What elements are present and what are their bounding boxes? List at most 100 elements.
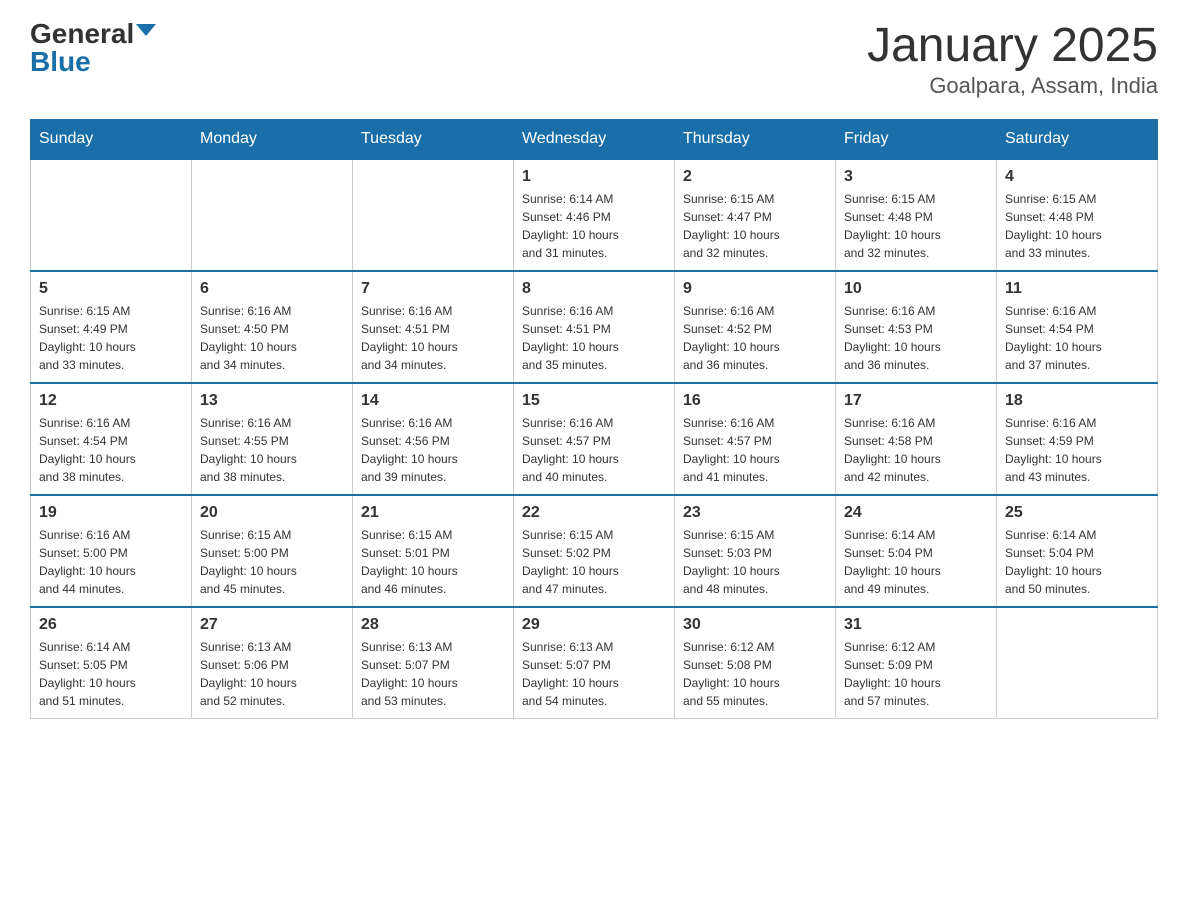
day-info: Sunrise: 6:16 AMSunset: 4:56 PMDaylight:…: [361, 414, 505, 486]
weekday-header-saturday: Saturday: [997, 119, 1158, 159]
day-number: 7: [361, 280, 505, 298]
day-number: 31: [844, 616, 988, 634]
day-number: 12: [39, 392, 183, 410]
day-info: Sunrise: 6:16 AMSunset: 4:59 PMDaylight:…: [1005, 414, 1149, 486]
weekday-header-sunday: Sunday: [31, 119, 192, 159]
logo: General Blue: [30, 20, 156, 76]
week-row-4: 19 Sunrise: 6:16 AMSunset: 5:00 PMDayligh…: [31, 495, 1158, 607]
calendar-cell: 9 Sunrise: 6:16 AMSunset: 4:52 PMDaylight…: [675, 271, 836, 383]
day-info: Sunrise: 6:15 AMSunset: 5:02 PMDaylight:…: [522, 526, 666, 598]
day-number: 8: [522, 280, 666, 298]
calendar-cell: 8 Sunrise: 6:16 AMSunset: 4:51 PMDaylight…: [514, 271, 675, 383]
day-number: 10: [844, 280, 988, 298]
day-info: Sunrise: 6:16 AMSunset: 4:54 PMDaylight:…: [1005, 302, 1149, 374]
day-number: 21: [361, 504, 505, 522]
day-info: Sunrise: 6:16 AMSunset: 4:53 PMDaylight:…: [844, 302, 988, 374]
day-number: 13: [200, 392, 344, 410]
day-number: 22: [522, 504, 666, 522]
day-number: 1: [522, 168, 666, 186]
day-number: 5: [39, 280, 183, 298]
day-info: Sunrise: 6:16 AMSunset: 4:55 PMDaylight:…: [200, 414, 344, 486]
calendar-cell: 17Sunrise: 6:16 AMSunset: 4:58 PMDayligh…: [836, 383, 997, 495]
calendar-cell: 27 Sunrise: 6:13 AMSunset: 5:06 PMDayligh…: [192, 607, 353, 719]
day-number: 4: [1005, 168, 1149, 186]
calendar-cell: 4 Sunrise: 6:15 AMSunset: 4:48 PMDaylight…: [997, 159, 1158, 271]
calendar-cell: 5 Sunrise: 6:15 AMSunset: 4:49 PMDaylight…: [31, 271, 192, 383]
calendar-cell: 2Sunrise: 6:15 AMSunset: 4:47 PMDaylight…: [675, 159, 836, 271]
day-info: Sunrise: 6:16 AMSunset: 4:54 PMDaylight:…: [39, 414, 183, 486]
day-number: 23: [683, 504, 827, 522]
weekday-header-friday: Friday: [836, 119, 997, 159]
day-number: 14: [361, 392, 505, 410]
day-info: Sunrise: 6:13 AMSunset: 5:07 PMDaylight:…: [522, 638, 666, 710]
calendar-cell: 22 Sunrise: 6:15 AMSunset: 5:02 PMDayligh…: [514, 495, 675, 607]
calendar-cell: 10 Sunrise: 6:16 AMSunset: 4:53 PMDayligh…: [836, 271, 997, 383]
weekday-header-thursday: Thursday: [675, 119, 836, 159]
day-info: Sunrise: 6:12 AMSunset: 5:08 PMDaylight:…: [683, 638, 827, 710]
day-number: 27: [200, 616, 344, 634]
day-info: Sunrise: 6:15 AMSunset: 4:48 PMDaylight:…: [1005, 190, 1149, 262]
calendar-cell: 31Sunrise: 6:12 AMSunset: 5:09 PMDayligh…: [836, 607, 997, 719]
day-info: Sunrise: 6:14 AMSunset: 4:46 PMDaylight:…: [522, 190, 666, 262]
calendar-table: SundayMondayTuesdayWednesdayThursdayFrid…: [30, 119, 1158, 719]
day-info: Sunrise: 6:15 AMSunset: 4:49 PMDaylight:…: [39, 302, 183, 374]
day-info: Sunrise: 6:15 AMSunset: 4:48 PMDaylight:…: [844, 190, 988, 262]
week-row-5: 26 Sunrise: 6:14 AMSunset: 5:05 PMDayligh…: [31, 607, 1158, 719]
day-number: 26: [39, 616, 183, 634]
logo-arrow-icon: [136, 24, 156, 36]
day-number: 6: [200, 280, 344, 298]
calendar-cell: 23 Sunrise: 6:15 AMSunset: 5:03 PMDayligh…: [675, 495, 836, 607]
calendar-cell: 26 Sunrise: 6:14 AMSunset: 5:05 PMDayligh…: [31, 607, 192, 719]
week-row-2: 5 Sunrise: 6:15 AMSunset: 4:49 PMDaylight…: [31, 271, 1158, 383]
day-number: 9: [683, 280, 827, 298]
week-row-1: 1 Sunrise: 6:14 AMSunset: 4:46 PMDaylight…: [31, 159, 1158, 271]
day-info: Sunrise: 6:13 AMSunset: 5:07 PMDaylight:…: [361, 638, 505, 710]
logo-blue-text: Blue: [30, 48, 91, 76]
day-info: Sunrise: 6:15 AMSunset: 4:47 PMDaylight:…: [683, 190, 827, 262]
day-info: Sunrise: 6:16 AMSunset: 5:00 PMDaylight:…: [39, 526, 183, 598]
day-info: Sunrise: 6:15 AMSunset: 5:01 PMDaylight:…: [361, 526, 505, 598]
day-info: Sunrise: 6:16 AMSunset: 4:57 PMDaylight:…: [683, 414, 827, 486]
calendar-cell: [192, 159, 353, 271]
page-header: General Blue January 2025 Goalpara, Assa…: [30, 20, 1158, 99]
day-number: 16: [683, 392, 827, 410]
weekday-header-wednesday: Wednesday: [514, 119, 675, 159]
calendar-cell: 16 Sunrise: 6:16 AMSunset: 4:57 PMDayligh…: [675, 383, 836, 495]
day-info: Sunrise: 6:16 AMSunset: 4:50 PMDaylight:…: [200, 302, 344, 374]
calendar-cell: 30 Sunrise: 6:12 AMSunset: 5:08 PMDayligh…: [675, 607, 836, 719]
day-number: 30: [683, 616, 827, 634]
day-number: 15: [522, 392, 666, 410]
day-info: Sunrise: 6:14 AMSunset: 5:05 PMDaylight:…: [39, 638, 183, 710]
day-number: 19: [39, 504, 183, 522]
calendar-cell: 29Sunrise: 6:13 AMSunset: 5:07 PMDayligh…: [514, 607, 675, 719]
day-info: Sunrise: 6:14 AMSunset: 5:04 PMDaylight:…: [1005, 526, 1149, 598]
calendar-cell: 6 Sunrise: 6:16 AMSunset: 4:50 PMDaylight…: [192, 271, 353, 383]
calendar-header-row: SundayMondayTuesdayWednesdayThursdayFrid…: [31, 119, 1158, 159]
day-info: Sunrise: 6:15 AMSunset: 5:03 PMDaylight:…: [683, 526, 827, 598]
calendar-title: January 2025: [867, 20, 1158, 73]
calendar-cell: 1 Sunrise: 6:14 AMSunset: 4:46 PMDaylight…: [514, 159, 675, 271]
week-row-3: 12 Sunrise: 6:16 AMSunset: 4:54 PMDayligh…: [31, 383, 1158, 495]
calendar-cell: 19 Sunrise: 6:16 AMSunset: 5:00 PMDayligh…: [31, 495, 192, 607]
day-info: Sunrise: 6:16 AMSunset: 4:52 PMDaylight:…: [683, 302, 827, 374]
calendar-cell: 15 Sunrise: 6:16 AMSunset: 4:57 PMDayligh…: [514, 383, 675, 495]
day-info: Sunrise: 6:16 AMSunset: 4:57 PMDaylight:…: [522, 414, 666, 486]
calendar-cell: 21 Sunrise: 6:15 AMSunset: 5:01 PMDayligh…: [353, 495, 514, 607]
calendar-cell: 13 Sunrise: 6:16 AMSunset: 4:55 PMDayligh…: [192, 383, 353, 495]
calendar-cell: 25 Sunrise: 6:14 AMSunset: 5:04 PMDayligh…: [997, 495, 1158, 607]
weekday-header-tuesday: Tuesday: [353, 119, 514, 159]
calendar-cell: 20Sunrise: 6:15 AMSunset: 5:00 PMDayligh…: [192, 495, 353, 607]
title-block: January 2025 Goalpara, Assam, India: [867, 20, 1158, 99]
day-number: 24: [844, 504, 988, 522]
calendar-cell: 18Sunrise: 6:16 AMSunset: 4:59 PMDayligh…: [997, 383, 1158, 495]
day-info: Sunrise: 6:16 AMSunset: 4:51 PMDaylight:…: [522, 302, 666, 374]
day-info: Sunrise: 6:16 AMSunset: 4:51 PMDaylight:…: [361, 302, 505, 374]
logo-general-text: General: [30, 20, 134, 48]
day-number: 25: [1005, 504, 1149, 522]
calendar-cell: 7 Sunrise: 6:16 AMSunset: 4:51 PMDaylight…: [353, 271, 514, 383]
day-number: 17: [844, 392, 988, 410]
calendar-cell: [997, 607, 1158, 719]
weekday-header-monday: Monday: [192, 119, 353, 159]
day-info: Sunrise: 6:13 AMSunset: 5:06 PMDaylight:…: [200, 638, 344, 710]
day-number: 3: [844, 168, 988, 186]
